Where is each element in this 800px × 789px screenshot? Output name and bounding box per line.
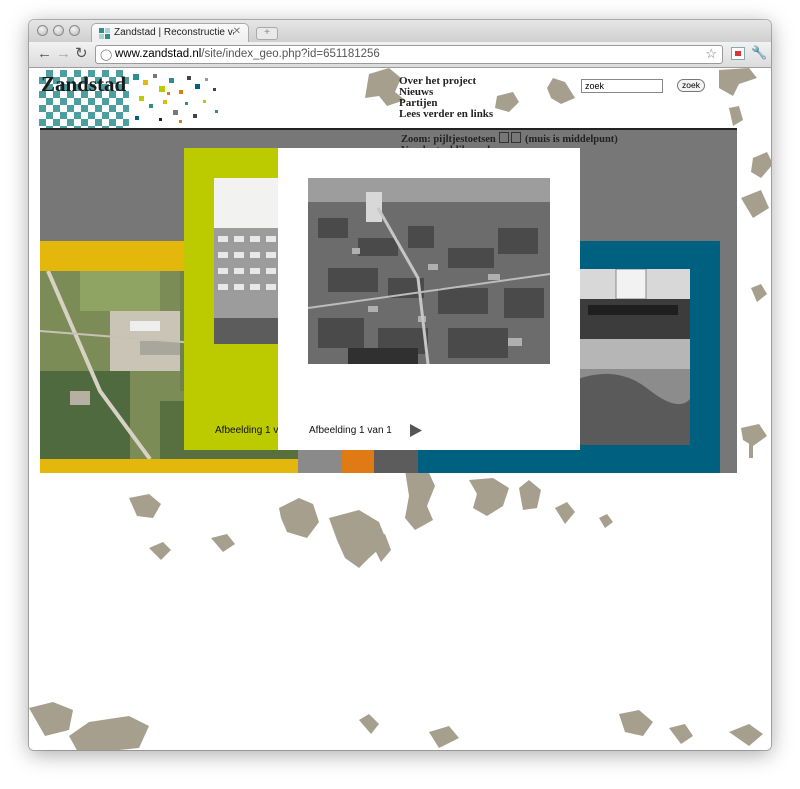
city-aerial-photo	[308, 178, 550, 364]
url-path: /site/index_geo.php?id=651181256	[201, 48, 380, 60]
address-bar[interactable]: ◯ www.zandstad.nl/site/index_geo.php?id=…	[95, 45, 723, 64]
play-right-icon[interactable]	[409, 424, 423, 437]
arrow-key-icon	[499, 132, 510, 143]
site-favicon-icon	[99, 28, 110, 39]
browser-window: Zandstad | Reconstructie van ✕ + ← → ↻ ◯…	[29, 20, 771, 750]
site-logo[interactable]: Zandstad	[41, 72, 126, 97]
forward-arrow-icon[interactable]: →	[56, 46, 71, 62]
reload-icon[interactable]: ↻	[75, 46, 88, 62]
tab-bar: Zandstad | Reconstructie van ✕ +	[29, 20, 771, 42]
browser-tab[interactable]: Zandstad | Reconstructie van ✕	[91, 23, 249, 42]
tab-title: Zandstad | Reconstructie van	[114, 27, 234, 38]
extension-icon[interactable]	[731, 47, 745, 60]
front-card-caption: Afbeelding 1 van 1	[309, 425, 392, 436]
help-zoom-note: (muis is middelpunt)	[525, 134, 618, 145]
web-page: Zandstad Over het project Nieuws Partije…	[29, 68, 771, 750]
back-arrow-icon[interactable]: ←	[37, 46, 52, 62]
tab-close-icon[interactable]: ✕	[233, 26, 241, 37]
site-nav: Over het project Nieuws Partijen Lees ve…	[399, 76, 493, 120]
search-input[interactable]	[581, 79, 663, 93]
wrench-menu-icon[interactable]: 🔧	[751, 45, 767, 61]
river-photo	[578, 269, 690, 445]
bookmark-star-icon[interactable]: ☆	[705, 46, 717, 62]
nav-lees-verder[interactable]: Lees verder en links	[399, 109, 493, 120]
close-window-button[interactable]	[37, 25, 48, 36]
minimize-window-button[interactable]	[53, 25, 64, 36]
browser-toolbar: ← → ↻ ◯ www.zandstad.nl/site/index_geo.p…	[29, 42, 771, 68]
help-zoom-label: Zoom: pijltjestoetsen	[401, 134, 496, 145]
photo-card-front[interactable]: Afbeelding 1 van 1	[278, 148, 580, 450]
url-text: www.zandstad.nl/site/index_geo.php?id=65…	[115, 48, 380, 60]
logo-pixel-scatter	[133, 74, 218, 123]
arrow-key-icon	[511, 132, 522, 143]
page-info-icon[interactable]: ◯	[100, 48, 112, 61]
new-tab-button[interactable]: +	[256, 27, 278, 40]
zoom-window-button[interactable]	[69, 25, 80, 36]
url-host: www.zandstad.nl	[115, 48, 202, 60]
search-button[interactable]: zoek	[677, 79, 705, 92]
